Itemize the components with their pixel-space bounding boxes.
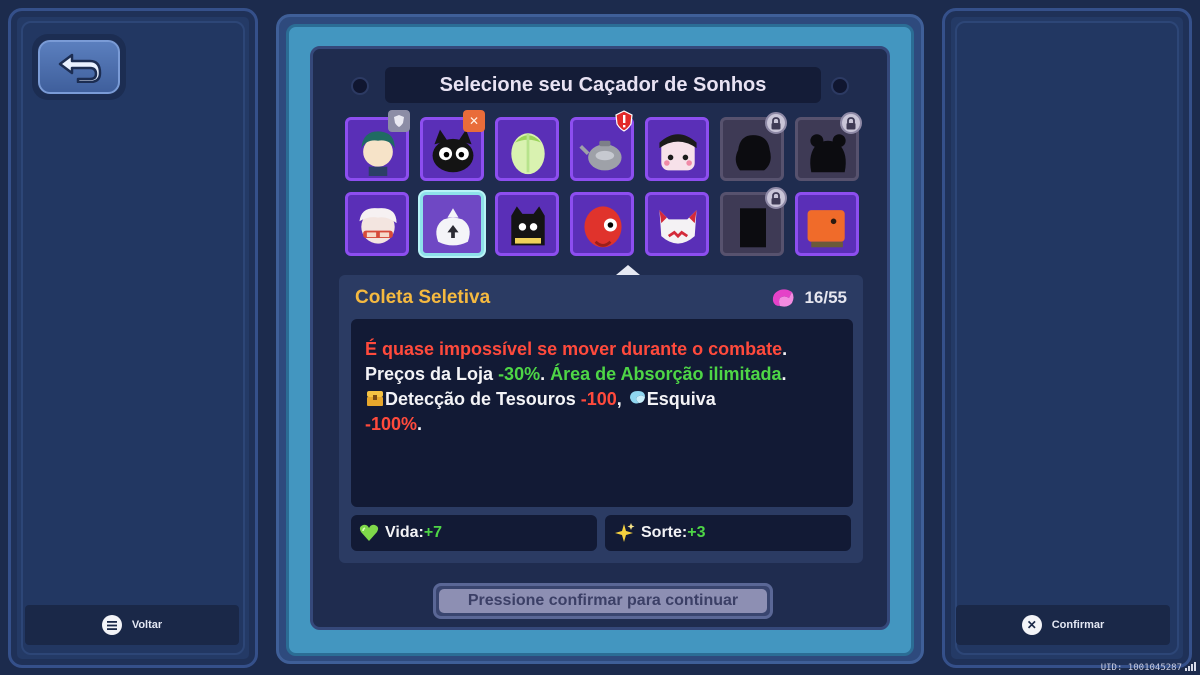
treasure-chest-icon [367, 391, 383, 406]
confirm-hint[interactable]: ✕ Confirmar [956, 605, 1170, 645]
hunter-slot-pink-face-hunter[interactable] [645, 117, 709, 181]
shop-price-label: Preços da Loja [365, 364, 499, 384]
confirm-prompt-label: Pressione confirmar para continuar [439, 589, 767, 613]
hunter-portrait [502, 199, 552, 249]
cross-badge-icon: ✕ [463, 110, 485, 132]
hunter-portrait [427, 199, 477, 249]
treasure-detection-value: -100 [580, 389, 617, 409]
hunter-slot-cabbage-hunter[interactable] [495, 117, 559, 181]
page-title: Selecione seu Caçador de Sonhos [385, 67, 821, 103]
shop-price-value: -30% [498, 364, 541, 384]
hunter-info-panel: Coleta Seletiva 16/55 É quase impossível… [339, 265, 863, 563]
confirm-hint-label: Confirmar [1051, 619, 1105, 631]
title-right-dot [831, 77, 849, 95]
hunter-description: É quase impossível se mover durante o co… [351, 319, 853, 507]
stat-luck: Sorte: +3 [605, 515, 851, 551]
confirm-prompt-button[interactable]: Pressione confirmar para continuar [433, 583, 773, 619]
stat-health-label: Vida: [385, 524, 424, 541]
hunter-slot-locked-hunter-3[interactable] [720, 187, 787, 256]
heart-icon [359, 524, 379, 541]
hunter-slot-red-helmet-hunter[interactable] [570, 192, 634, 256]
hunter-slot-fox-mask-hunter[interactable] [645, 192, 709, 256]
left-panel-inner [21, 21, 245, 655]
close-icon: ✕ [1021, 615, 1042, 635]
hunter-slot-black-cat-hunter[interactable]: ✕ [420, 110, 485, 181]
description-comma: , [616, 389, 627, 409]
hunter-slot-trash-bag-hunter[interactable] [420, 192, 484, 256]
stat-health: Vida: +7 [351, 515, 597, 551]
description-dot: . [540, 364, 551, 384]
absorption-area-text: Área de Absorção ilimitada [550, 364, 782, 384]
stat-health-value: +7 [423, 524, 443, 541]
return-arrow-icon [58, 53, 102, 83]
dodge-label: Esquiva [646, 389, 716, 409]
stat-luck-label: Sorte: [641, 524, 688, 541]
back-hint[interactable]: Voltar [25, 605, 239, 645]
back-hint-label: Voltar [131, 619, 163, 631]
hunter-slot-locked-hunter-1[interactable] [720, 112, 787, 181]
description-dot: . [417, 414, 423, 434]
selection-pointer [616, 265, 640, 275]
collection-count-value: 16/55 [804, 288, 847, 307]
hunter-slot-teapot-hunter[interactable] [570, 110, 634, 181]
hunter-portrait [577, 199, 627, 249]
right-side-panel [942, 8, 1192, 668]
hunter-slot-green-haired-hunter[interactable] [345, 110, 410, 181]
hunter-portrait [352, 199, 402, 249]
title-left-dot [351, 77, 369, 95]
hunter-slot-black-cat-box-hunter[interactable] [495, 192, 559, 256]
collection-count: 16/55 [770, 287, 847, 309]
description-warning: É quase impossível se mover durante o co… [365, 339, 783, 359]
hunter-slot-orange-box-hunter[interactable] [795, 192, 859, 256]
hunter-portrait [802, 199, 852, 249]
back-button-face [38, 40, 120, 94]
hunter-select-dialog: Selecione seu Caçador de Sonhos ✕ Coleta… [310, 46, 890, 630]
crystal-icon [773, 289, 794, 307]
dodge-value: -100% [365, 414, 418, 434]
description-dot: . [782, 339, 788, 359]
hunter-portrait [502, 124, 552, 175]
hunter-name: Coleta Seletiva [355, 287, 491, 308]
shield-badge-icon [388, 110, 410, 132]
description-dot: . [781, 364, 787, 384]
lock-icon [840, 112, 862, 134]
dodge-icon [629, 391, 645, 404]
hunter-slot-locked-hunter-2[interactable] [795, 112, 862, 181]
lock-icon [765, 187, 787, 209]
menu-icon [101, 615, 122, 635]
back-button[interactable] [32, 34, 126, 100]
alert-badge-icon [613, 110, 635, 132]
treasure-detection-label: Detecção de Tesouros [385, 389, 581, 409]
signal-icon [1185, 662, 1196, 671]
user-id: UID: 1001045287 [1100, 663, 1182, 673]
lock-icon [765, 112, 787, 134]
hunter-slot-old-man-hunter[interactable] [345, 192, 409, 256]
left-side-panel [8, 8, 258, 668]
hunter-portrait [652, 124, 702, 174]
right-panel-inner [955, 21, 1179, 655]
hunter-portrait [652, 199, 702, 249]
stat-luck-value: +3 [687, 524, 706, 541]
sparkle-icon [615, 523, 635, 542]
